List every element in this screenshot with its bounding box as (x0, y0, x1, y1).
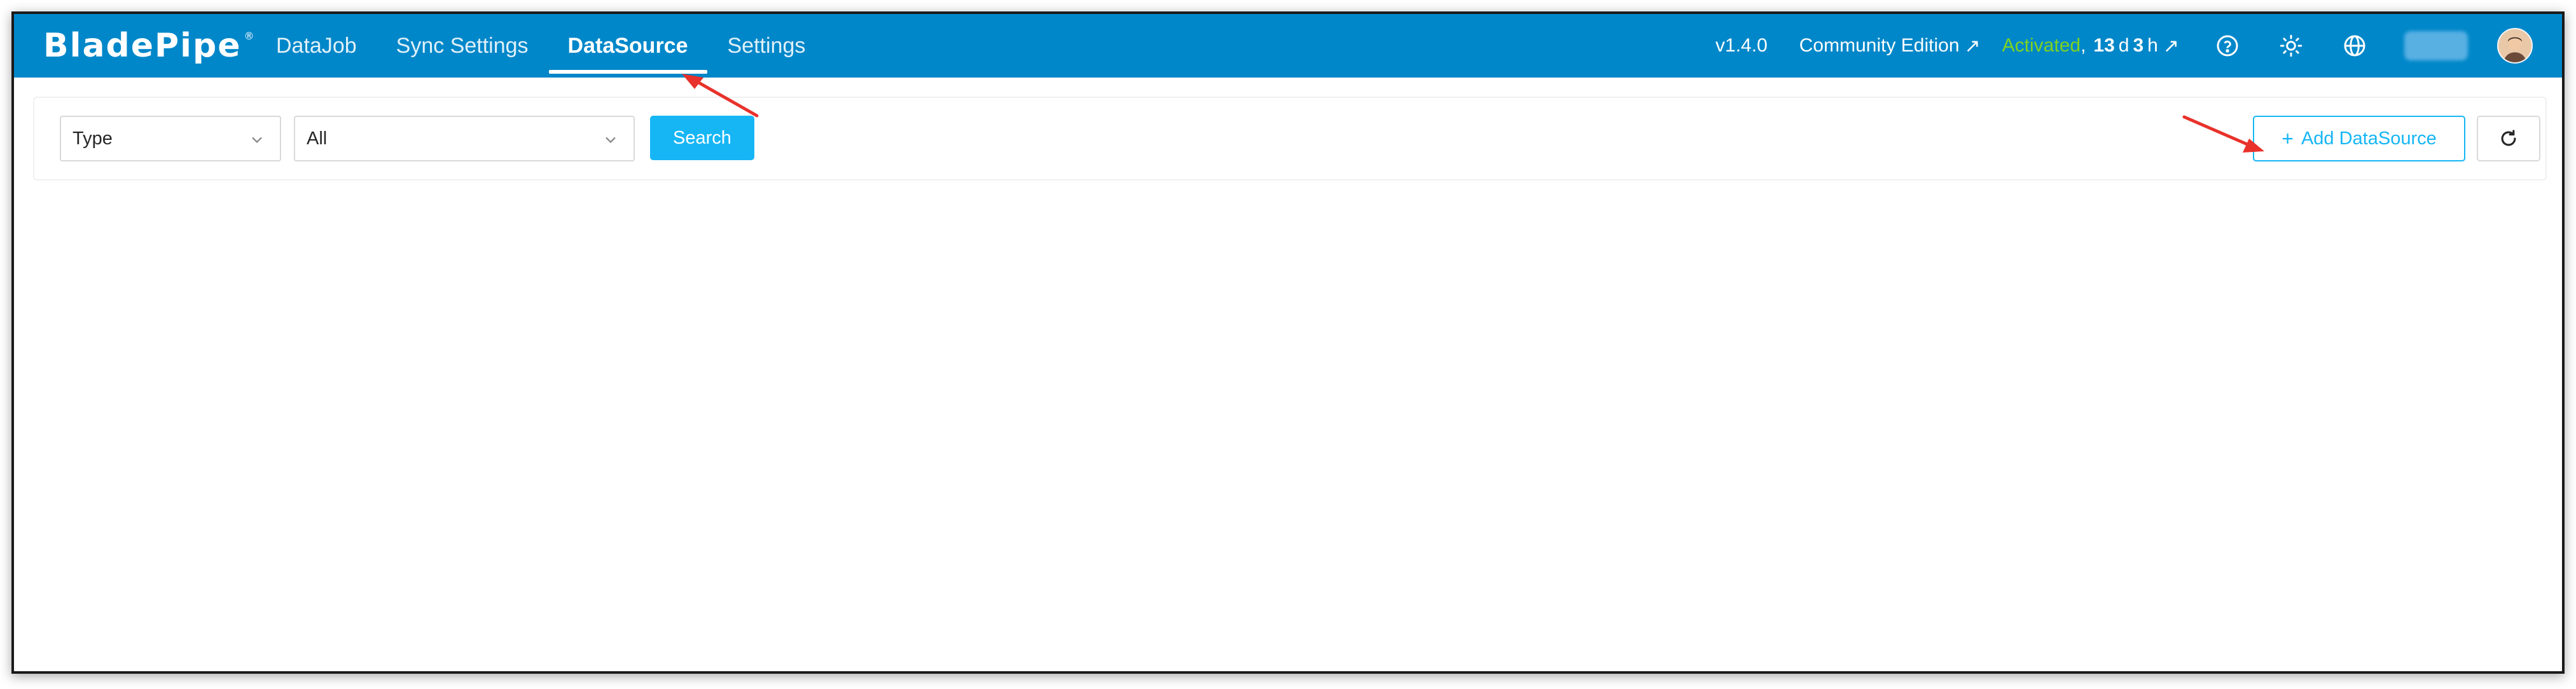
license-activated-status: Activated (2002, 35, 2081, 56)
search-button[interactable]: Search (650, 116, 754, 160)
chevron-down-icon (606, 137, 616, 144)
edition-link[interactable]: Community Edition ↗ (1799, 35, 1981, 57)
brand-logo-text: BladePipe (43, 27, 242, 65)
type-filter-select[interactable]: Type (60, 116, 281, 161)
external-link-arrow-icon: ↗ (1964, 35, 1981, 57)
help-icon[interactable] (2213, 32, 2241, 60)
main-nav-tabs: DataJob Sync Settings DataSource Setting… (276, 14, 845, 78)
tab-settings[interactable]: Settings (728, 14, 806, 78)
top-navbar: BladePipe ® DataJob Sync Settings DataSou… (14, 14, 2562, 78)
license-hours-value: 3 (2133, 35, 2144, 56)
user-name-blurred[interactable] (2404, 31, 2468, 60)
avatar[interactable] (2497, 28, 2533, 64)
refresh-button[interactable] (2477, 116, 2540, 161)
edition-label: Community Edition (1799, 35, 1960, 56)
add-datasource-label: Add DataSource (2301, 128, 2437, 149)
add-datasource-button[interactable]: + Add DataSource (2253, 116, 2465, 161)
scope-filter-value: All (307, 128, 328, 149)
tab-datasource[interactable]: DataSource (548, 14, 707, 78)
license-days-value: 13 (2093, 35, 2115, 56)
chevron-down-icon (252, 137, 262, 144)
license-days-unit: d (2118, 35, 2129, 56)
plus-icon: + (2282, 126, 2294, 150)
navbar-right-area: v1.4.0 Community Edition ↗ Activated , 1… (1715, 14, 2562, 78)
avatar-image (2498, 29, 2531, 62)
license-separator: , (2081, 35, 2086, 56)
language-globe-icon[interactable] (2341, 32, 2369, 60)
external-link-arrow-icon: ↗ (2163, 35, 2179, 57)
scope-filter-select[interactable]: All (294, 116, 635, 161)
refresh-icon (2501, 130, 2516, 146)
version-label: v1.4.0 (1715, 35, 1768, 56)
registered-mark: ® (244, 29, 256, 42)
brand-logo[interactable]: BladePipe ® (43, 27, 256, 65)
license-hours-unit: h (2147, 35, 2158, 56)
type-filter-value: Type (73, 128, 113, 149)
app-window: BladePipe ® DataJob Sync Settings DataSou… (11, 11, 2565, 674)
tab-datajob[interactable]: DataJob (276, 14, 357, 78)
filter-toolbar: Type All Search + Add DataSource (33, 97, 2547, 181)
theme-sun-icon[interactable] (2277, 32, 2305, 60)
license-status-link[interactable]: Activated , 13 d 3 h ↗ (2002, 35, 2179, 57)
tab-sync-settings[interactable]: Sync Settings (396, 14, 529, 78)
